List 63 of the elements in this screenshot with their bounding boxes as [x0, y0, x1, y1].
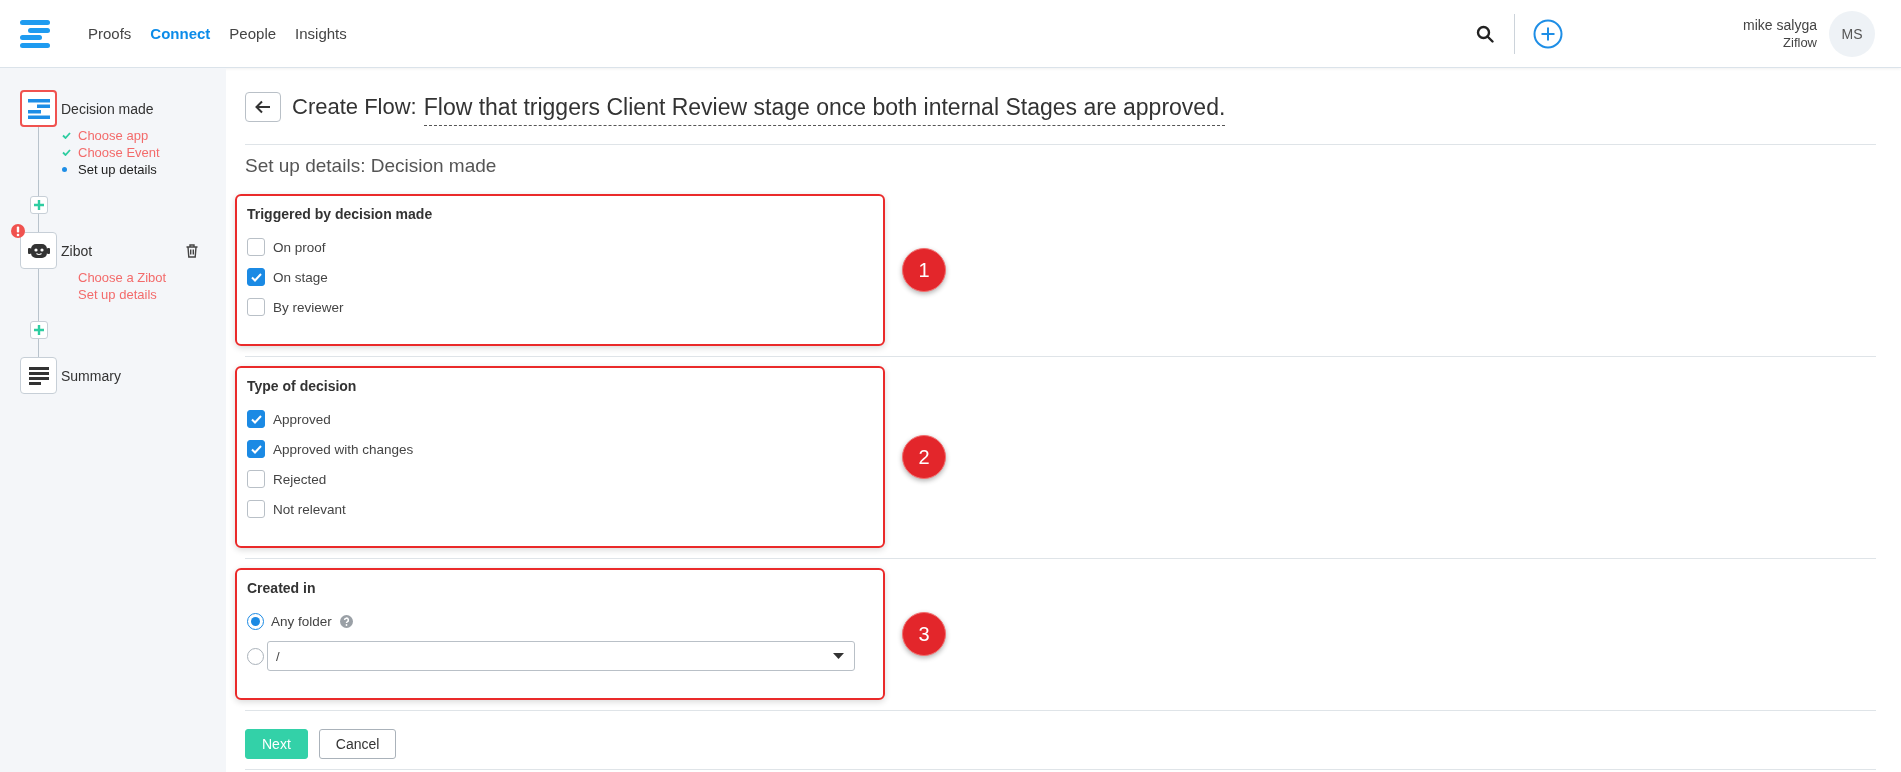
nav-link[interactable]: Connect	[150, 25, 211, 42]
search-icon[interactable]	[1476, 24, 1495, 43]
option-label: Approved	[273, 411, 331, 427]
back-arrow-icon	[255, 100, 271, 114]
plus-icon	[33, 200, 44, 210]
checkbox[interactable]	[247, 440, 265, 458]
section-title: Triggered by decision made	[247, 205, 434, 224]
option-label: On proof	[273, 239, 326, 255]
checkbox[interactable]	[247, 268, 265, 286]
bars-icon	[27, 98, 50, 119]
nav-link[interactable]: Proofs	[88, 25, 132, 42]
checkbox[interactable]	[247, 470, 265, 488]
option-label: Any folder	[271, 613, 332, 629]
check-icon	[250, 414, 262, 424]
step-node[interactable]	[20, 232, 57, 269]
checkbox[interactable]	[247, 298, 265, 316]
dot-icon	[62, 167, 67, 172]
robot-icon	[27, 242, 50, 259]
checkbox[interactable]	[247, 500, 265, 518]
checkbox[interactable]	[247, 410, 265, 428]
page-title: Create Flow:	[292, 94, 417, 120]
step-task[interactable]: Set up details	[78, 162, 157, 177]
flow-name-field[interactable]: Flow that triggers Client Review stage once both internal Stages are approved.	[423, 94, 1226, 126]
option-label: Not relevant	[273, 501, 346, 517]
list-icon	[28, 366, 49, 385]
option-label: By reviewer	[273, 299, 344, 315]
user-name: mike salyga	[1743, 17, 1817, 33]
add-step-button[interactable]	[29, 196, 48, 214]
caret-icon	[833, 653, 844, 659]
step-node[interactable]	[20, 90, 57, 127]
check-icon	[250, 272, 262, 282]
trash-icon[interactable]	[186, 243, 198, 258]
back-button[interactable]	[245, 92, 281, 122]
logo-icon[interactable]	[20, 19, 50, 48]
step-number: 1	[902, 248, 946, 292]
nav-link[interactable]: People	[229, 25, 277, 42]
cancel-button[interactable]: Cancel	[318, 729, 397, 759]
organization-name: Ziflow	[1783, 35, 1817, 50]
check-icon	[62, 132, 71, 139]
step-number: 3	[902, 612, 946, 656]
section-title: Type of decision	[247, 377, 358, 396]
plus-icon	[33, 325, 44, 335]
step-title[interactable]: Zibot	[61, 242, 186, 259]
step-title[interactable]: Summary	[61, 367, 198, 384]
step-node[interactable]	[20, 357, 57, 394]
option-label: On stage	[273, 269, 328, 285]
check-icon	[250, 444, 262, 454]
check-icon	[62, 149, 71, 156]
section-title: Created in	[247, 579, 317, 598]
user-avatar[interactable]: MS	[1829, 10, 1875, 57]
option-label: Approved with changes	[273, 441, 414, 457]
add-icon[interactable]	[1533, 18, 1564, 49]
folder-dropdown[interactable]: /	[267, 641, 855, 671]
step-title[interactable]: Decision made	[61, 100, 198, 117]
checkbox[interactable]	[247, 238, 265, 256]
step-number: 2	[902, 435, 946, 479]
add-step-button[interactable]	[29, 321, 48, 339]
help-icon[interactable]	[339, 614, 353, 628]
option-label: Rejected	[273, 471, 327, 487]
radio-button[interactable]	[247, 612, 264, 630]
nav-link[interactable]: Insights	[295, 25, 347, 42]
section-heading: Set up details: Decision made	[245, 155, 498, 177]
radio-button[interactable]	[247, 647, 264, 665]
